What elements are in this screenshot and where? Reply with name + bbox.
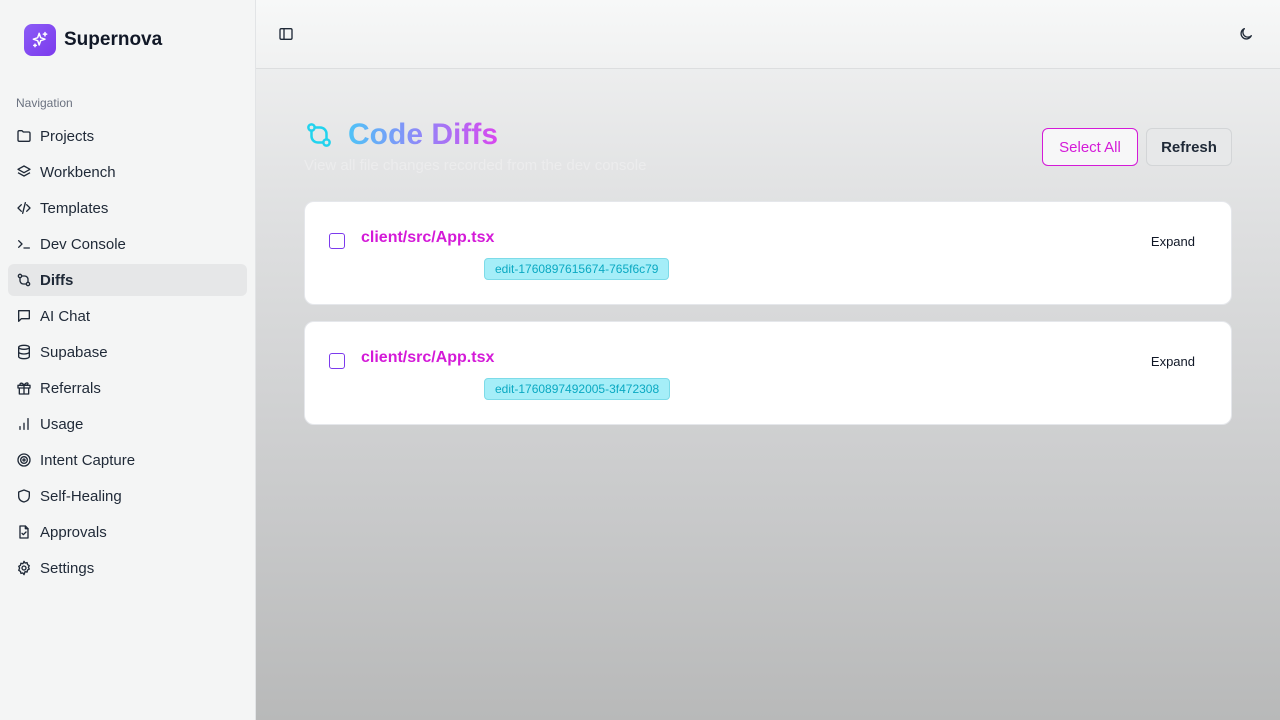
bar-chart-icon (19, 418, 29, 430)
git-compare-icon (17, 273, 31, 287)
sparkles-icon (24, 24, 56, 56)
chat-icon (18, 310, 30, 322)
terminal-icon (18, 240, 30, 249)
brand[interactable]: Supernova (24, 24, 162, 56)
sidebar-item-label: Intent Capture (40, 451, 136, 469)
sidebar-item-referrals[interactable]: Referrals (8, 372, 247, 404)
sidebar-item-label: Workbench (40, 163, 116, 181)
sidebar: Supernova Navigation Projects Workbench … (0, 0, 256, 720)
sidebar-item-label: Referrals (40, 379, 101, 397)
sidebar-item-templates[interactable]: Templates (8, 192, 247, 224)
edit-id-badge: edit-1760897492005-3f472308 (484, 378, 671, 400)
shield-icon (18, 489, 30, 503)
moon-icon (1240, 28, 1252, 40)
sidebar-item-settings[interactable]: Settings (8, 552, 247, 584)
select-all-button[interactable]: Select All (1042, 128, 1138, 166)
gear-icon (18, 560, 30, 576)
page-header: Code Diffs (304, 118, 498, 152)
diff-file-path[interactable]: client/src/App.tsx (361, 229, 494, 247)
diff-card: client/src/App.tsx edit-1760897492005-3f… (304, 321, 1232, 425)
sidebar-item-diffs[interactable]: Diffs (8, 264, 247, 296)
diff-checkbox[interactable] (329, 353, 345, 369)
sidebar-item-dev-console[interactable]: Dev Console (8, 228, 247, 260)
git-compare-icon (307, 123, 331, 147)
code-icon (17, 202, 31, 214)
diff-file-path[interactable]: client/src/App.tsx (361, 349, 494, 367)
sidebar-item-label: AI Chat (40, 307, 91, 325)
layers-icon (17, 165, 31, 177)
sidebar-item-usage[interactable]: Usage (8, 408, 247, 440)
page-title: Code Diffs (348, 118, 498, 151)
sidebar-nav: Projects Workbench Templates Dev Console… (8, 120, 247, 588)
sidebar-item-label: Settings (40, 559, 95, 577)
main-content: Code Diffs View all file changes recorde… (256, 0, 1280, 720)
sidebar-item-label: Projects (40, 127, 95, 145)
sidebar-item-approvals[interactable]: Approvals (8, 516, 247, 548)
gift-icon (17, 382, 31, 395)
sidebar-item-self-healing[interactable]: Self-Healing (8, 480, 247, 512)
sidebar-item-label: Dev Console (40, 235, 126, 253)
sidebar-item-label: Usage (40, 415, 84, 433)
top-bar (256, 0, 1280, 69)
file-check-icon (19, 525, 29, 539)
sidebar-item-label: Approvals (40, 523, 107, 541)
sidebar-item-label: Self-Healing (40, 487, 122, 505)
page-subtitle: View all file changes recorded from the … (304, 157, 647, 174)
expand-button[interactable]: Expand (1151, 354, 1195, 369)
sidebar-item-ai-chat[interactable]: AI Chat (8, 300, 247, 332)
theme-toggle-button[interactable] (1236, 24, 1256, 44)
sidebar-item-workbench[interactable]: Workbench (8, 156, 247, 188)
folder-icon (17, 130, 31, 142)
diff-checkbox[interactable] (329, 233, 345, 249)
sidebar-item-supabase[interactable]: Supabase (8, 336, 247, 368)
sidebar-item-label: Diffs (40, 271, 74, 289)
target-icon (17, 453, 31, 467)
sidebar-item-label: Templates (40, 199, 109, 217)
nav-heading: Navigation (16, 96, 73, 110)
sidebar-item-projects[interactable]: Projects (8, 120, 247, 152)
diff-card: client/src/App.tsx edit-1760897615674-76… (304, 201, 1232, 305)
database-icon (18, 344, 30, 360)
sidebar-item-label: Supabase (40, 343, 108, 361)
panel-left-icon (279, 28, 293, 40)
refresh-button[interactable]: Refresh (1146, 128, 1232, 166)
expand-button[interactable]: Expand (1151, 234, 1195, 249)
edit-id-badge: edit-1760897615674-765f6c79 (484, 258, 670, 280)
sidebar-item-intent-capture[interactable]: Intent Capture (8, 444, 247, 476)
sidebar-toggle-button[interactable] (276, 24, 296, 44)
brand-name: Supernova (64, 29, 163, 50)
